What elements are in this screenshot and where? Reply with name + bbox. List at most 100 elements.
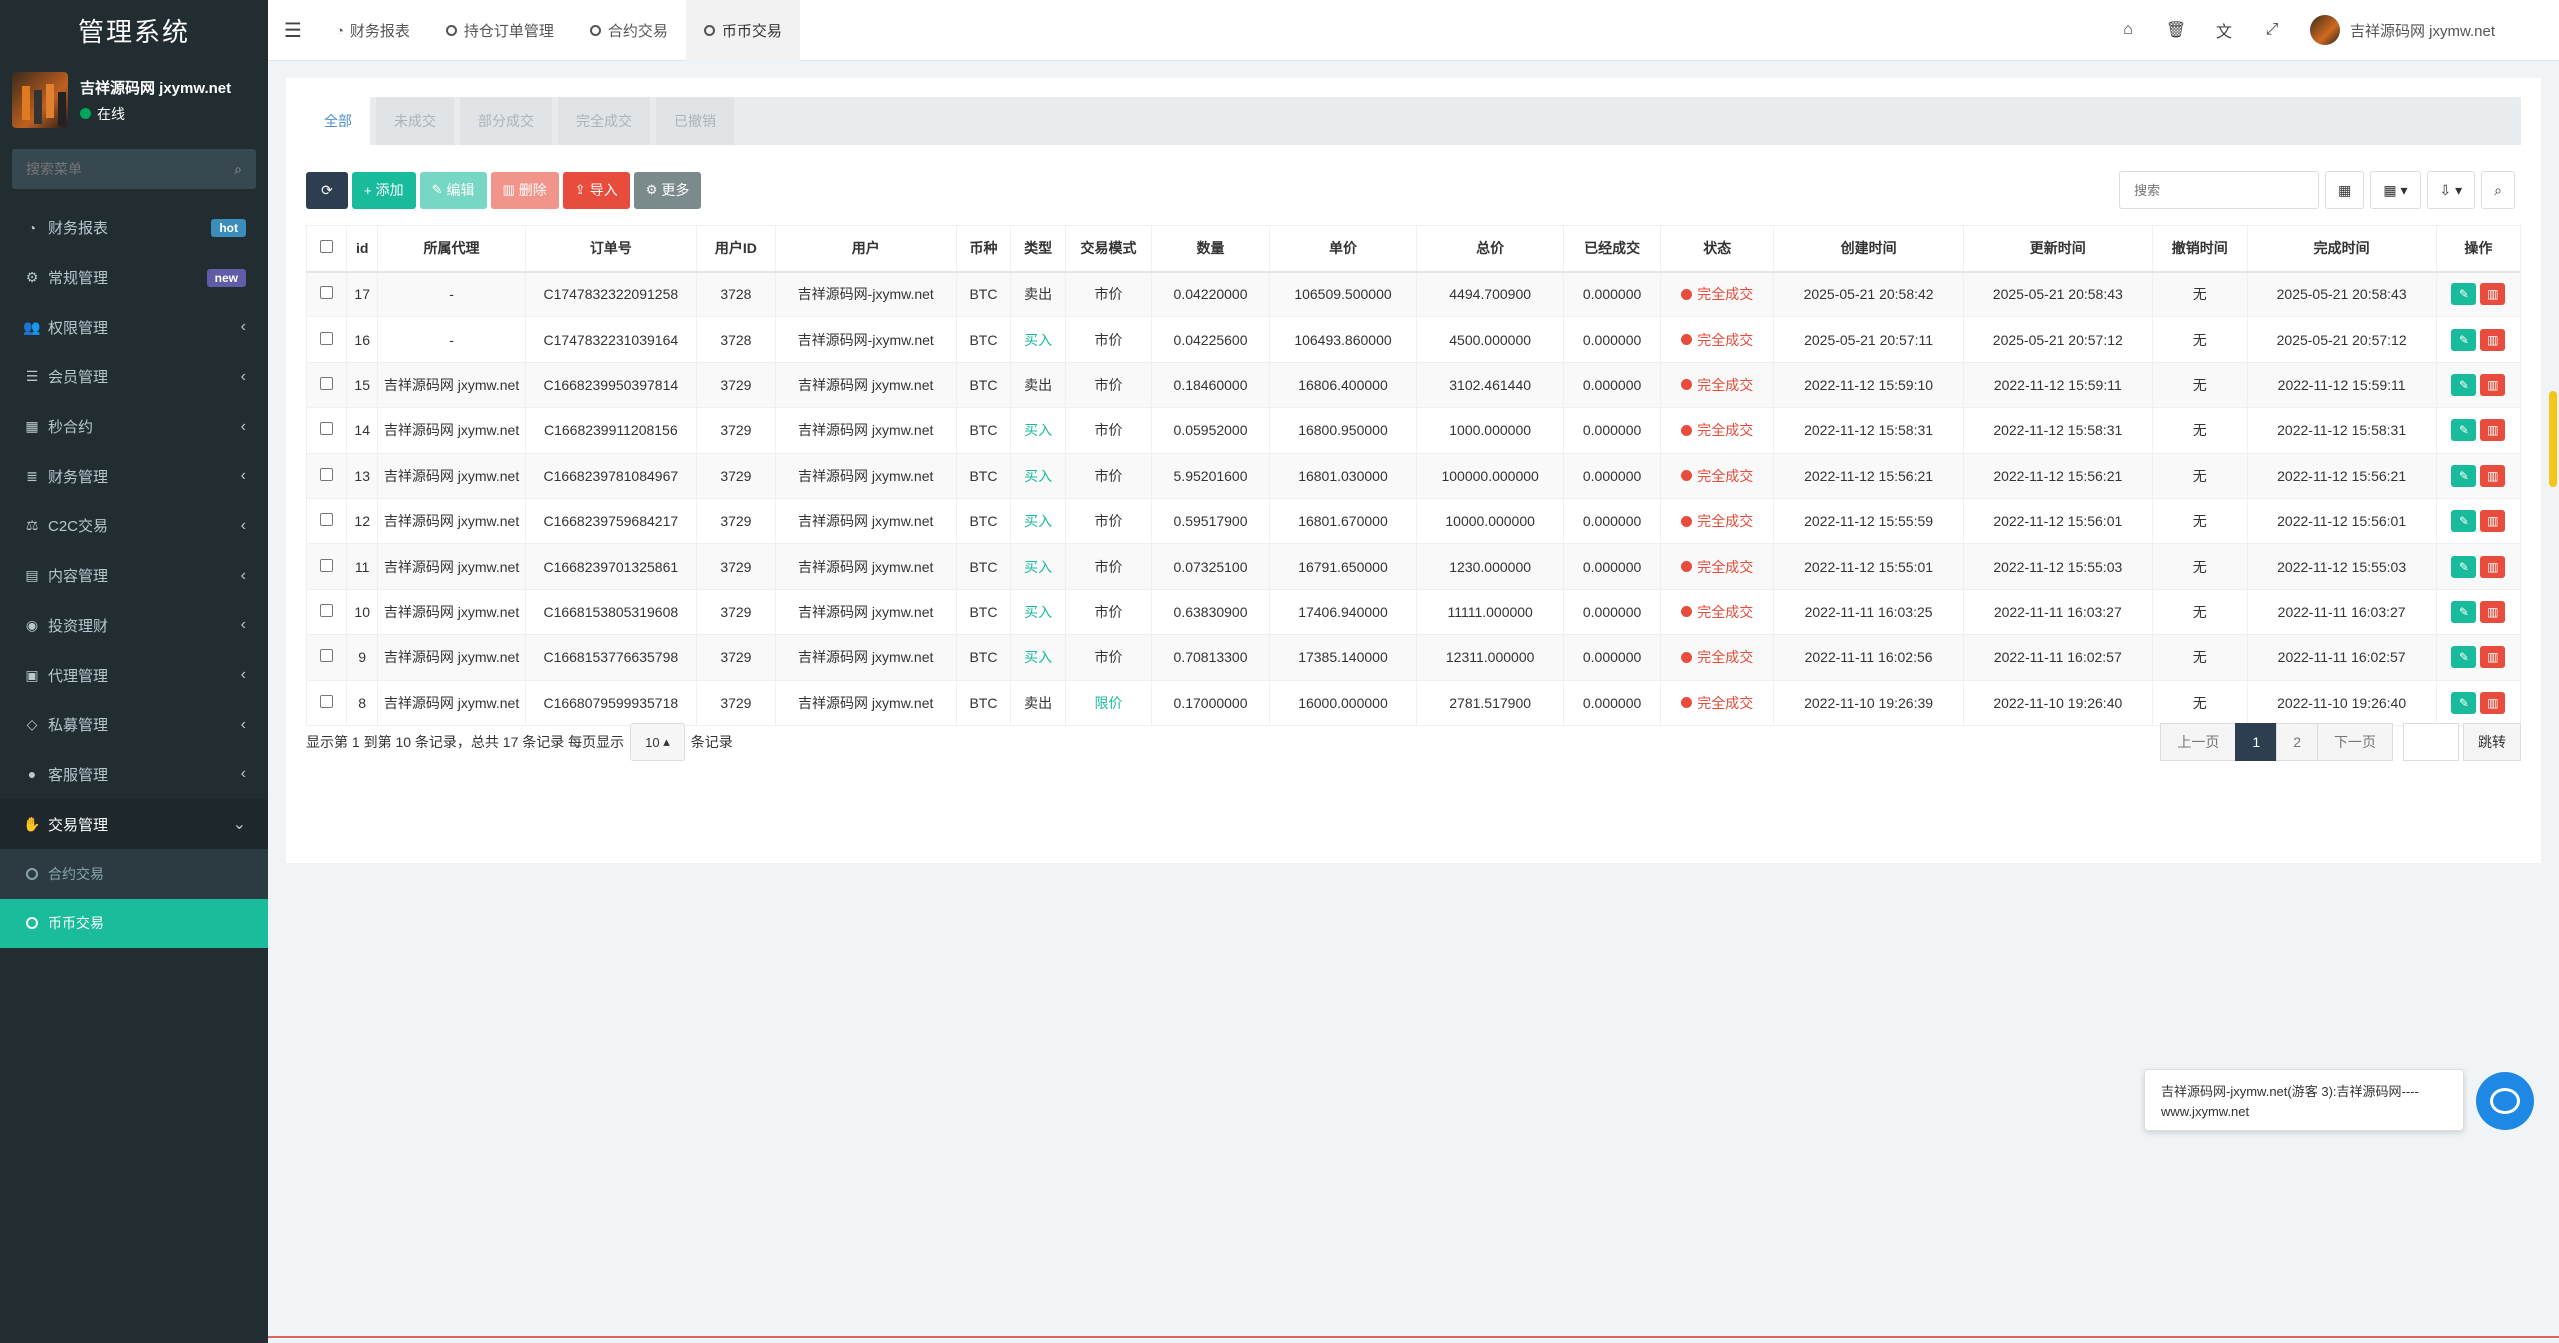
row-edit-button[interactable]: ✎ [2451, 600, 2477, 623]
nav-tab-0[interactable]: ◔ 财务报表 [318, 0, 428, 61]
row-delete-button[interactable]: ▥ [2480, 555, 2506, 578]
row-checkbox[interactable] [319, 649, 333, 663]
row-checkbox[interactable] [319, 558, 333, 572]
row-edit-button[interactable]: ✎ [2451, 646, 2477, 669]
add-button[interactable]: + 添加 [352, 171, 416, 209]
row-delete-button[interactable]: ▥ [2480, 373, 2506, 396]
table-row[interactable]: 16- C1747832231039164 3728 吉祥源码网-jxymw.net B… [306, 316, 2522, 363]
row-delete-button[interactable]: ▥ [2480, 600, 2506, 623]
page-2-button[interactable]: 2 [2276, 723, 2318, 761]
sidebar-item-5[interactable]: ≣ 财务管理 ‹ [0, 451, 268, 501]
language-icon[interactable]: 文 [2200, 18, 2248, 42]
row-checkbox[interactable] [319, 467, 333, 481]
search-icon[interactable]: ⌕ [234, 161, 242, 178]
sidebar-item-8[interactable]: ◉ 投资理财 ‹ [0, 601, 268, 651]
row-edit-button[interactable]: ✎ [2451, 464, 2477, 487]
column-header[interactable]: 操作 [2435, 225, 2522, 273]
row-delete-button[interactable]: ▥ [2480, 646, 2506, 669]
row-delete-button[interactable]: ▥ [2480, 328, 2506, 351]
jump-page-input[interactable] [2403, 723, 2459, 761]
row-delete-button[interactable]: ▥ [2480, 691, 2506, 714]
table-row[interactable]: 10 吉祥源码网 jxymw.net C1668153805319608 3729 吉祥… [306, 588, 2522, 636]
sidebar-item-0[interactable]: ◔ 财务报表 hot [0, 203, 268, 253]
row-edit-button[interactable]: ✎ [2451, 419, 2477, 442]
row-delete-button[interactable]: ▥ [2480, 283, 2506, 306]
trash-icon[interactable]: 🗑 [2152, 20, 2200, 40]
status-tab-2[interactable]: 部分成交 [460, 97, 552, 145]
status-tab-3[interactable]: 完全成交 [558, 97, 650, 145]
row-delete-button[interactable]: ▥ [2480, 419, 2506, 442]
row-checkbox-cell[interactable] [306, 634, 347, 681]
row-checkbox-cell[interactable] [306, 543, 347, 590]
edit-button[interactable]: ✎ 编辑 [419, 171, 487, 209]
column-header[interactable]: 单价 [1268, 225, 1418, 273]
delete-button[interactable]: ▥ 删除 [490, 171, 559, 209]
column-header[interactable]: 创建时间 [1773, 225, 1964, 273]
fullscreen-icon[interactable]: ⤢ [2248, 21, 2296, 39]
row-checkbox-cell[interactable] [306, 316, 347, 363]
table-row[interactable]: 11 吉祥源码网 jxymw.net C1668239701325861 3729 吉祥… [306, 543, 2522, 590]
row-checkbox[interactable] [319, 286, 333, 300]
more-button[interactable]: ⚙ 更多 [633, 171, 702, 209]
submenu-item-1[interactable]: 币币交易 [0, 898, 268, 949]
column-header[interactable]: 更新时间 [1962, 225, 2153, 273]
row-edit-button[interactable]: ✎ [2451, 283, 2477, 306]
top-user-menu[interactable]: 吉祥源码网 jxymw.net [2309, 15, 2495, 45]
row-edit-button[interactable]: ✎ [2451, 510, 2477, 533]
row-delete-button[interactable]: ▥ [2480, 510, 2506, 533]
row-checkbox-cell[interactable] [306, 270, 347, 318]
nav-tab-3[interactable]: 币币交易 [685, 0, 800, 61]
sidebar-item-11[interactable]: ● 客服管理 ‹ [0, 750, 268, 800]
row-checkbox[interactable] [319, 694, 333, 708]
sidebar-item-6[interactable]: ⚖ C2C交易 ‹ [0, 501, 268, 551]
row-checkbox[interactable] [319, 331, 333, 345]
table-row[interactable]: 8 吉祥源码网 jxymw.net C1668079599935718 3729 吉祥源… [306, 679, 2522, 726]
column-header[interactable]: 类型 [1010, 225, 1066, 273]
brand-logo[interactable]: 管理系统 [0, 0, 268, 61]
row-delete-button[interactable]: ▥ [2480, 464, 2506, 487]
sidebar-item-10[interactable]: ◇ 私募管理 ‹ [0, 700, 268, 750]
row-checkbox-cell[interactable] [306, 361, 347, 409]
hamburger-menu-icon[interactable]: ☰ [268, 0, 318, 61]
sidebar-item-7[interactable]: ▤ 内容管理 ‹ [0, 551, 268, 601]
row-checkbox-cell[interactable] [306, 452, 347, 499]
select-all-checkbox-cell[interactable] [306, 225, 347, 273]
table-search-input[interactable] [2119, 171, 2320, 209]
row-checkbox-cell[interactable] [306, 407, 347, 454]
scrollbar-thumb[interactable] [2549, 391, 2557, 487]
page-1-button[interactable]: 1 [2235, 723, 2278, 761]
row-checkbox-cell[interactable] [306, 679, 347, 726]
chat-button[interactable] [2476, 1072, 2534, 1130]
row-checkbox[interactable] [319, 513, 333, 527]
column-header[interactable]: 数量 [1151, 225, 1270, 273]
table-row[interactable]: 14 吉祥源码网 jxymw.net C1668239911208156 3729 吉祥… [306, 407, 2522, 454]
row-checkbox[interactable] [319, 422, 333, 436]
table-row[interactable]: 12 吉祥源码网 jxymw.net C1668239759684217 3729 吉祥… [306, 497, 2522, 545]
sidebar-item-9[interactable]: ▣ 代理管理 ‹ [0, 650, 268, 700]
sidebar-search-input[interactable] [26, 161, 206, 177]
status-tab-4[interactable]: 已撤销 [656, 97, 734, 145]
columns-button[interactable]: ▦ ▾ [2370, 171, 2421, 209]
sidebar-item-1[interactable]: ⚙ 常规管理 new [0, 253, 268, 303]
table-row[interactable]: 13 吉祥源码网 jxymw.net C1668239781084967 3729 吉祥… [306, 452, 2522, 499]
row-edit-button[interactable]: ✎ [2451, 373, 2477, 396]
column-header[interactable]: 所属代理 [377, 225, 526, 273]
export-button[interactable]: ⇩ ▾ [2426, 171, 2476, 209]
column-header[interactable]: 状态 [1659, 225, 1775, 273]
row-checkbox[interactable] [319, 376, 333, 390]
row-edit-button[interactable]: ✎ [2451, 555, 2477, 578]
next-page-button[interactable]: 下一页 [2317, 723, 2393, 761]
submenu-item-0[interactable]: 合约交易 [0, 849, 268, 899]
column-header[interactable]: 用户 [774, 225, 957, 273]
row-checkbox-cell[interactable] [306, 497, 347, 545]
select-all-checkbox[interactable] [319, 240, 333, 254]
sidebar-item-4[interactable]: ▦ 秒合约 ‹ [0, 402, 268, 452]
nav-tab-2[interactable]: 合约交易 [572, 0, 686, 61]
chat-popup[interactable]: 吉祥源码网-jxymw.net(游客 3):吉祥源码网----www.jxymw… [2144, 1069, 2464, 1131]
row-edit-button[interactable]: ✎ [2451, 328, 2477, 351]
column-header[interactable]: id [345, 225, 379, 273]
page-size-dropdown[interactable]: 10 ▴ [630, 723, 685, 761]
table-row[interactable]: 17- C1747832322091258 3728 吉祥源码网-jxymw.net B… [306, 270, 2522, 318]
column-header[interactable]: 总价 [1416, 225, 1565, 273]
column-header[interactable]: 已经成交 [1563, 225, 1661, 273]
